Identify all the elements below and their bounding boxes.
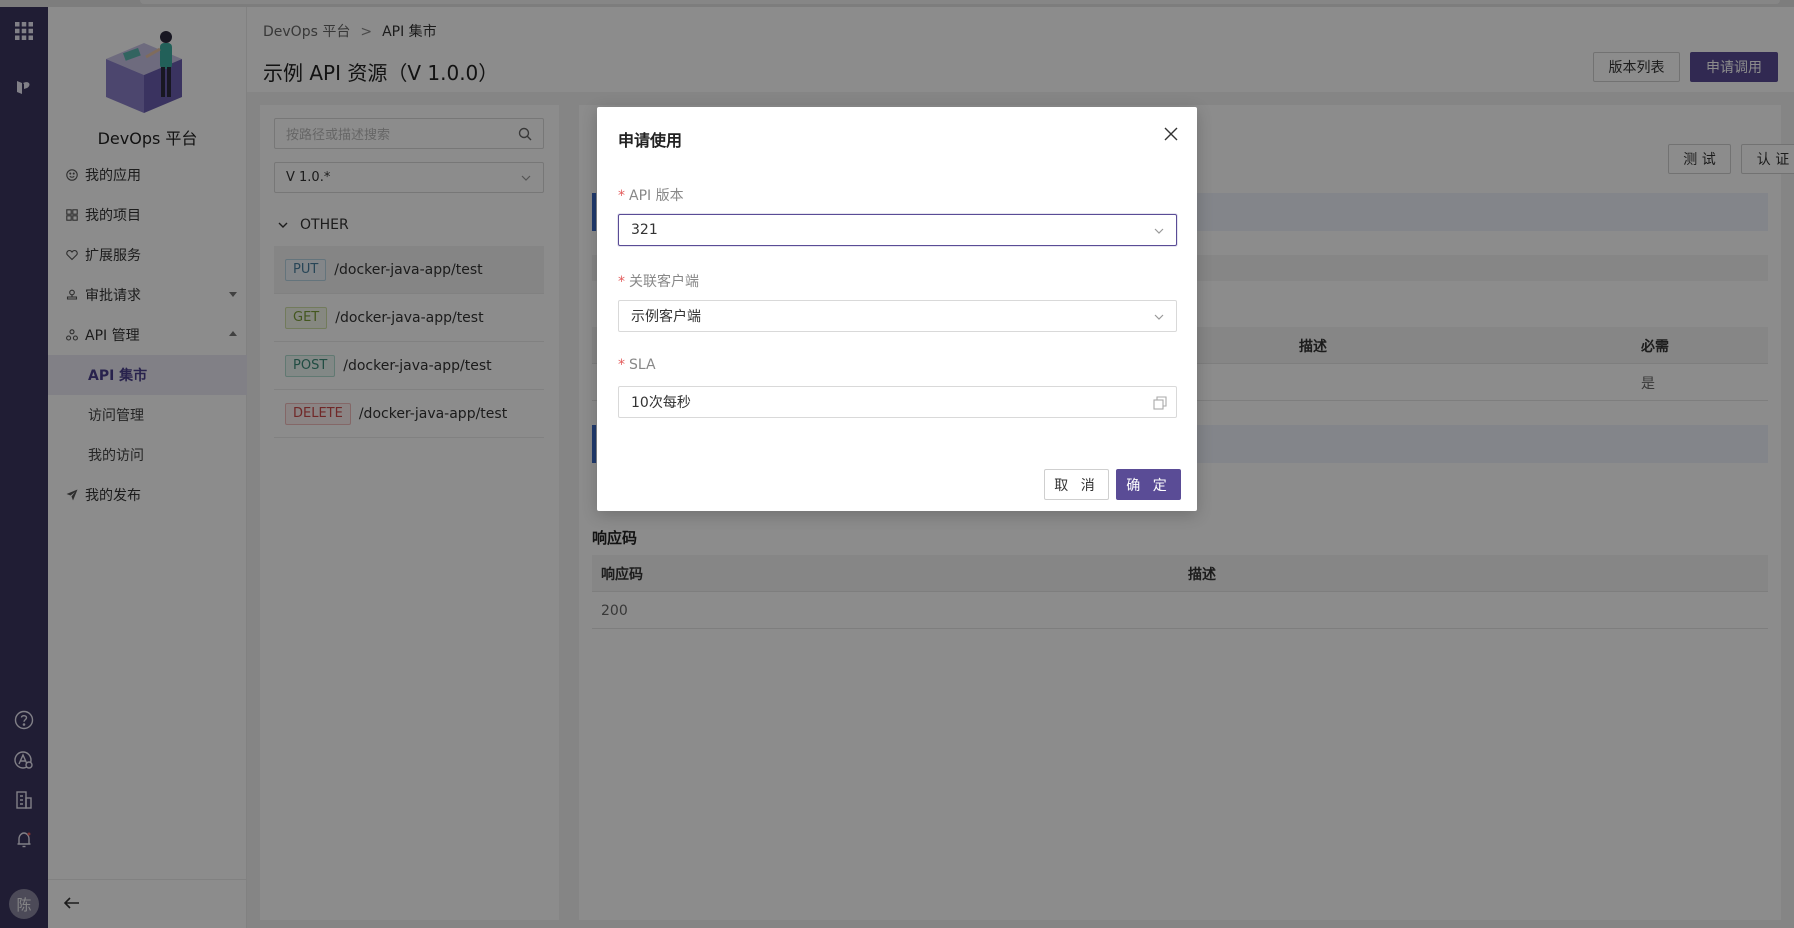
confirm-button[interactable]: 确 定 xyxy=(1116,469,1181,500)
api-version-select[interactable]: 321 xyxy=(618,214,1177,246)
api-version-value: 321 xyxy=(631,222,658,238)
client-label-text: 关联客户端 xyxy=(629,274,699,290)
chevron-down-icon xyxy=(1152,310,1166,324)
sla-label: * SLA xyxy=(618,357,656,373)
required-mark: * xyxy=(618,274,625,290)
api-version-label: * API 版本 xyxy=(618,185,684,205)
client-label: * 关联客户端 xyxy=(618,271,699,291)
chevron-down-icon xyxy=(1152,224,1166,238)
copy-icon[interactable] xyxy=(1152,395,1168,411)
sla-label-text: SLA xyxy=(629,357,656,373)
sla-field[interactable]: 10次每秒 xyxy=(618,386,1177,418)
sla-value: 10次每秒 xyxy=(631,395,691,411)
required-mark: * xyxy=(618,357,625,373)
apply-modal: 申请使用 * API 版本 321 * 关联客户端 示例客户端 * SLA 10次每秒… xyxy=(597,107,1197,511)
modal-title: 申请使用 xyxy=(618,131,683,150)
close-icon[interactable] xyxy=(1162,125,1180,143)
required-mark: * xyxy=(618,188,625,204)
api-version-label-text: API 版本 xyxy=(629,188,684,204)
client-select[interactable]: 示例客户端 xyxy=(618,300,1177,332)
client-value: 示例客户端 xyxy=(631,309,701,325)
cancel-button[interactable]: 取 消 xyxy=(1044,469,1109,500)
